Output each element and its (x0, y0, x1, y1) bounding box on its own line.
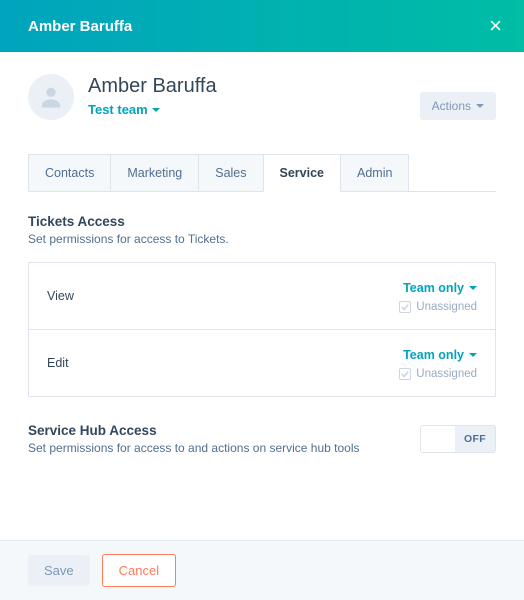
checkbox-icon (399, 301, 411, 313)
checkbox-icon (399, 368, 411, 380)
tab-service[interactable]: Service (263, 154, 341, 192)
user-header: Amber Baruffa Test team Actions (28, 74, 496, 120)
cancel-button[interactable]: Cancel (102, 554, 176, 587)
toggle-off-label: OFF (455, 426, 495, 452)
save-button[interactable]: Save (28, 555, 90, 586)
perm-scope-dropdown[interactable]: Team only (403, 348, 477, 362)
perm-label: Edit (47, 356, 69, 370)
modal-title: Amber Baruffa (28, 18, 132, 35)
caret-down-icon (469, 286, 477, 290)
avatar (28, 74, 74, 120)
caret-down-icon (469, 353, 477, 357)
perm-unassigned[interactable]: Unassigned (399, 368, 477, 380)
user-name: Amber Baruffa (88, 75, 217, 98)
user-info: Amber Baruffa Test team (28, 74, 217, 120)
caret-down-icon (152, 108, 160, 112)
team-label: Test team (88, 102, 148, 117)
perm-unassigned-label: Unassigned (416, 368, 477, 380)
perm-scope-label: Team only (403, 281, 464, 295)
modal-content: Amber Baruffa Test team Actions Contacts… (0, 52, 524, 540)
service-hub-section: Service Hub Access Set permissions for a… (28, 423, 496, 455)
person-icon (37, 83, 65, 111)
perm-row-edit: Edit Team only Unassigned (29, 330, 495, 396)
tickets-section: Tickets Access Set permissions for acces… (28, 214, 496, 397)
close-icon[interactable]: × (489, 15, 502, 37)
modal-footer: Save Cancel (0, 540, 524, 600)
modal-header: Amber Baruffa × (0, 0, 524, 52)
actions-button[interactable]: Actions (420, 92, 496, 120)
perm-row-view: View Team only Unassigned (29, 263, 495, 330)
tickets-permissions: View Team only Unassigned Edit Tea (28, 262, 496, 397)
tab-admin[interactable]: Admin (340, 154, 409, 192)
actions-label: Actions (432, 99, 471, 113)
tickets-subtitle: Set permissions for access to Tickets. (28, 232, 496, 246)
perm-scope-label: Team only (403, 348, 464, 362)
tickets-title: Tickets Access (28, 214, 496, 229)
team-dropdown[interactable]: Test team (88, 102, 160, 117)
tab-contacts[interactable]: Contacts (28, 154, 111, 192)
perm-label: View (47, 289, 74, 303)
caret-down-icon (476, 104, 484, 108)
tab-sales[interactable]: Sales (198, 154, 263, 192)
perm-scope-dropdown[interactable]: Team only (403, 281, 477, 295)
hub-subtitle: Set permissions for access to and action… (28, 441, 360, 455)
hub-title: Service Hub Access (28, 423, 360, 438)
hub-toggle[interactable]: OFF (420, 425, 496, 453)
toggle-blank (421, 426, 455, 452)
tabs: Contacts Marketing Sales Service Admin (28, 154, 496, 192)
perm-unassigned-label: Unassigned (416, 301, 477, 313)
tab-marketing[interactable]: Marketing (110, 154, 199, 192)
perm-unassigned[interactable]: Unassigned (399, 301, 477, 313)
